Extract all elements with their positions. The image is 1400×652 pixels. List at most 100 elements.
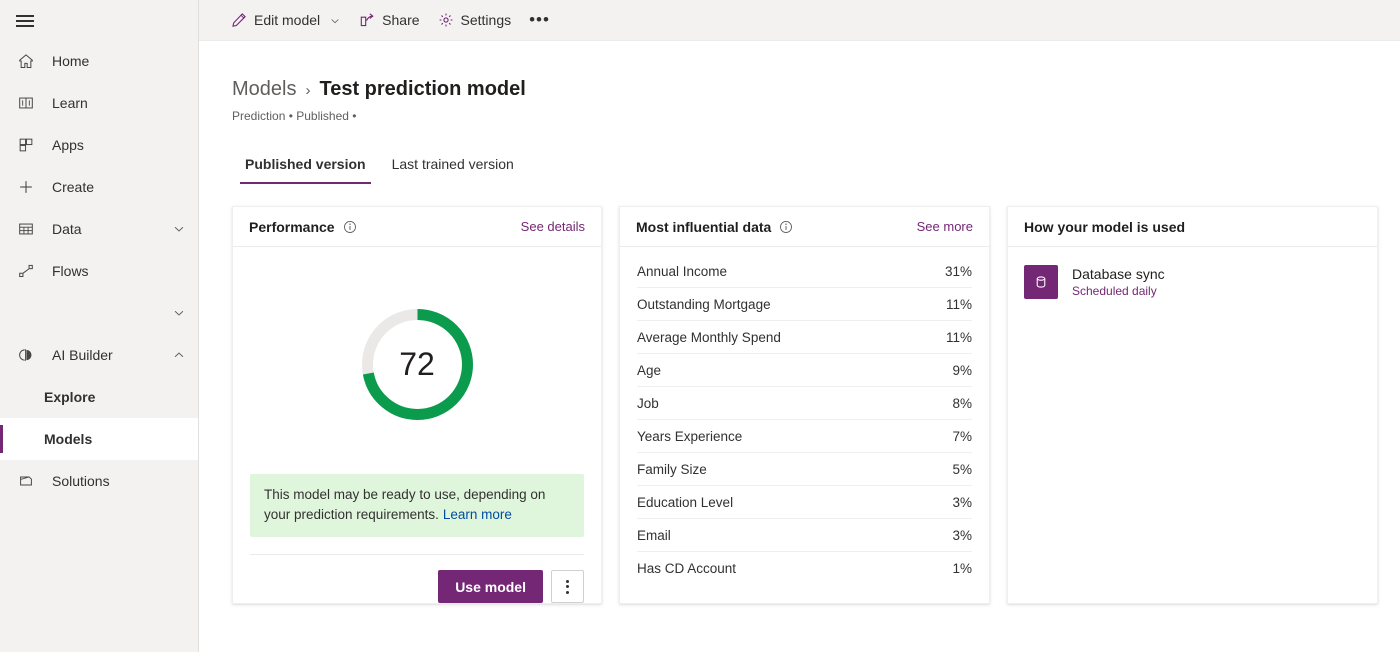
model-usage-card: How your model is used Database sync Sche… [1007,206,1378,604]
database-icon [1024,265,1058,299]
influential-data-value: 9% [952,363,972,378]
chevron-down-icon[interactable] [329,14,341,26]
pencil-icon [231,12,247,28]
tab-last-trained-version[interactable]: Last trained version [379,148,527,184]
influential-data-name: Age [637,363,952,378]
performance-more-button[interactable] [551,570,584,603]
sidebar-item-models[interactable]: Models [0,418,198,460]
usage-list: Database sync Scheduled daily [1008,247,1377,317]
influential-data-value: 11% [946,297,972,312]
influential-data-name: Years Experience [637,429,952,444]
chevron-up-icon[interactable] [172,348,186,362]
usage-card-title: How your model is used [1024,219,1185,235]
influential-data-value: 5% [952,462,972,477]
plus-icon [16,177,36,197]
sidebar-item-flows[interactable]: Flows [0,250,198,292]
more-options-button[interactable]: ••• [520,4,559,36]
performance-card-title: Performance [249,219,335,235]
influential-data-value: 11% [946,330,972,345]
sidebar-item-data[interactable]: Data [0,208,198,250]
performance-alert: This model may be ready to use, dependin… [250,474,584,538]
breadcrumb-separator-icon: › [305,82,310,99]
chevron-down-icon[interactable] [172,306,186,320]
hamburger-menu-button[interactable] [0,0,198,40]
performance-card: Performance See details 72 [232,206,602,604]
sidebar-item-label: Create [52,179,186,195]
influential-data-value: 3% [952,528,972,543]
app-root: Home Learn Apps Create Data [0,0,1400,652]
influential-data-name: Has CD Account [637,561,952,576]
learn-more-link[interactable]: Learn more [443,507,512,522]
share-icon [359,12,375,28]
sidebar-item-label: Explore [44,389,186,405]
edit-model-button[interactable]: Edit model [222,4,350,36]
flows-icon [16,261,36,281]
usage-item-subtitle: Scheduled daily [1072,284,1165,298]
sidebar-item-label: Solutions [52,473,186,489]
cards-row: Performance See details 72 [232,206,1400,604]
page-content: Models › Test prediction model Predictio… [199,41,1400,652]
influential-data-name: Outstanding Mortgage [637,297,946,312]
breadcrumb-parent-link[interactable]: Models [232,78,296,101]
sidebar-item-label: Models [44,431,186,447]
sidebar-item-ai-builder[interactable]: AI Builder [0,334,198,376]
influential-data-name: Average Monthly Spend [637,330,946,345]
influential-data-name: Family Size [637,462,952,477]
influential-data-value: 1% [952,561,972,576]
page-title: Test prediction model [319,78,525,101]
usage-list-item[interactable]: Database sync Scheduled daily [1024,265,1361,299]
page-subtitle: Prediction • Published • [232,109,1400,123]
book-icon [16,93,36,113]
influential-data-list: Annual Income31%Outstanding Mortgage11%A… [620,247,989,585]
influential-data-row: Education Level3% [637,486,972,519]
usage-card-header: How your model is used [1008,207,1377,247]
influential-card-header: Most influential data See more [620,207,989,247]
apps-grid-icon [16,135,36,155]
info-icon[interactable] [343,220,357,234]
main-area: Edit model Share Settings ••• [199,0,1400,652]
tab-label: Last trained version [392,156,514,172]
sidebar-item-label: Data [52,221,172,237]
share-button[interactable]: Share [350,4,428,36]
settings-button[interactable]: Settings [429,4,521,36]
see-details-link[interactable]: See details [521,219,585,234]
influential-data-row: Email3% [637,519,972,552]
sidebar-item-apps[interactable]: Apps [0,124,198,166]
sidebar-item-home[interactable]: Home [0,40,198,82]
sidebar-item-create[interactable]: Create [0,166,198,208]
influential-data-row: Outstanding Mortgage11% [637,288,972,321]
influential-card-title: Most influential data [636,219,771,235]
command-bar: Edit model Share Settings ••• [199,0,1400,41]
info-icon[interactable] [779,220,793,234]
more-horizontal-icon: ••• [529,15,550,25]
edit-model-label: Edit model [254,12,320,28]
influential-data-row: Average Monthly Spend11% [637,321,972,354]
sidebar-item-solutions[interactable]: Solutions [0,460,198,502]
sidebar-item-learn[interactable]: Learn [0,82,198,124]
influential-data-value: 31% [945,264,972,279]
influential-data-row: Family Size5% [637,453,972,486]
sidebar: Home Learn Apps Create Data [0,0,199,652]
influential-data-row: Job8% [637,387,972,420]
solutions-icon [16,471,36,491]
see-more-link[interactable]: See more [917,219,973,234]
share-label: Share [382,12,419,28]
sidebar-item-label: Learn [52,95,186,111]
sidebar-item-label: Flows [52,263,186,279]
usage-item-title: Database sync [1072,266,1165,282]
table-icon [16,219,36,239]
performance-card-header: Performance See details [233,207,601,247]
use-model-button[interactable]: Use model [438,570,543,603]
chevron-down-icon[interactable] [172,222,186,236]
sidebar-item-explore[interactable]: Explore [0,376,198,418]
home-icon [16,51,36,71]
sidebar-item-collapsed-group[interactable] [0,292,198,334]
influential-data-name: Email [637,528,952,543]
influential-data-value: 7% [952,429,972,444]
influential-data-value: 3% [952,495,972,510]
most-influential-data-card: Most influential data See more Annual In… [619,206,990,604]
settings-label: Settings [461,12,512,28]
influential-data-row: Annual Income31% [637,255,972,288]
blank-icon [16,303,36,323]
tab-published-version[interactable]: Published version [232,148,379,184]
